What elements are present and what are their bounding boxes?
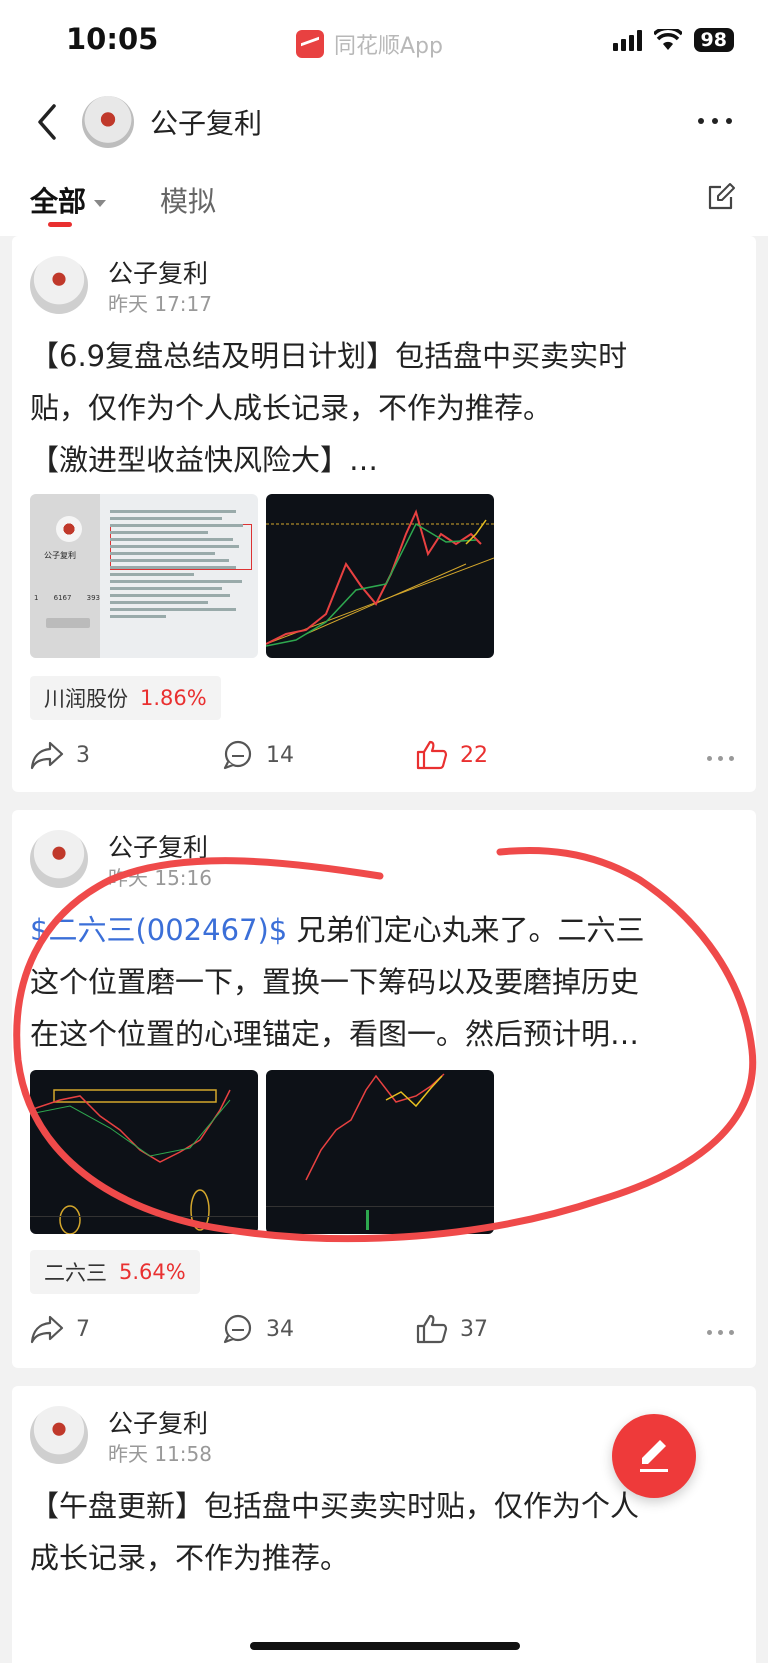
pencil-icon — [640, 1440, 668, 1472]
stock-tag-name: 二六三 — [44, 1261, 107, 1285]
battery-indicator: 98 — [693, 28, 734, 52]
thumb-stat: 6167 — [53, 594, 72, 602]
page-title: 公子复利 — [150, 107, 263, 140]
author-avatar[interactable] — [30, 1406, 88, 1464]
post-text-line: 成长记录，不作为推荐。 — [30, 1541, 350, 1575]
post-image[interactable] — [266, 494, 494, 658]
app-logo-icon — [296, 30, 324, 58]
post-text[interactable]: $二六三(002467)$ 兄弟们定心丸来了。二六三 这个位置磨一下，置换一下筹… — [30, 904, 742, 1060]
more-icon[interactable] — [698, 118, 732, 124]
share-icon — [30, 1315, 64, 1344]
author-avatar[interactable] — [30, 256, 88, 314]
page-header: 公子复利 — [0, 84, 768, 168]
status-time: 10:05 — [66, 22, 159, 56]
tab-all[interactable]: 全部 — [30, 180, 107, 220]
post-more-icon[interactable] — [707, 756, 734, 761]
post-time: 昨天 11:58 — [108, 1442, 212, 1466]
compose-button[interactable] — [612, 1414, 696, 1498]
post-image[interactable] — [266, 1070, 494, 1234]
status-bar: 10:05 同花顺App 98 — [0, 0, 768, 84]
post-time: 昨天 17:17 — [108, 292, 212, 316]
stock-tag-change: 5.64% — [119, 1260, 186, 1284]
comment-count: 34 — [266, 1316, 294, 1342]
stock-tag[interactable]: 二六三 5.64% — [30, 1250, 200, 1294]
wifi-icon — [653, 29, 682, 50]
edit-icon[interactable] — [706, 182, 736, 212]
thumb-stat: 393 — [86, 594, 100, 602]
active-tab-indicator — [48, 222, 72, 227]
like-count: 37 — [460, 1316, 488, 1342]
status-icons: 98 — [612, 28, 734, 52]
share-button[interactable]: 3 — [30, 740, 90, 770]
comment-icon — [223, 1314, 252, 1344]
post-card[interactable]: 公子复利 昨天 17:17 【6.9复盘总结及明日计划】包括盘中买卖实时 贴，仅… — [12, 236, 756, 792]
comment-button[interactable]: 34 — [222, 1314, 294, 1344]
post-card[interactable]: 公子复利 昨天 15:16 $二六三(002467)$ 兄弟们定心丸来了。二六三… — [12, 810, 756, 1368]
comment-button[interactable]: 14 — [222, 740, 294, 770]
stock-tag-change: 1.86% — [140, 686, 207, 710]
share-count: 7 — [76, 1316, 90, 1342]
header-avatar[interactable] — [82, 96, 134, 148]
stock-tag[interactable]: 川润股份 1.86% — [30, 676, 221, 720]
post-image[interactable] — [30, 1070, 258, 1234]
share-button[interactable]: 7 — [30, 1314, 90, 1344]
post-text-line: 兄弟们定心丸来了。二六三 — [287, 913, 645, 947]
post-time: 昨天 15:16 — [108, 866, 212, 890]
comment-icon — [223, 740, 252, 770]
post-text-line: 【6.9复盘总结及明日计划】包括盘中买卖实时 — [30, 339, 628, 373]
chevron-down-icon — [94, 199, 107, 207]
tab-bar: 全部 模拟 — [0, 168, 768, 236]
post-text-line: 在这个位置的心理锚定，看图一。然后预计明… — [30, 1017, 640, 1051]
post-image[interactable]: 公子复利 1 6167 393 — [30, 494, 258, 658]
app-indicator[interactable]: 同花顺App — [296, 28, 443, 60]
tab-simulated[interactable]: 模拟 — [160, 180, 216, 220]
thumb-profile-name: 公子复利 — [44, 551, 76, 560]
post-text-line: 【激进型收益快风险大】… — [30, 443, 379, 477]
top-area: 10:05 同花顺App 98 公子复利 全部 模拟 — [0, 0, 768, 236]
like-count: 22 — [460, 742, 488, 768]
post-text[interactable]: 【6.9复盘总结及明日计划】包括盘中买卖实时 贴，仅作为个人成长记录，不作为推荐… — [30, 330, 742, 486]
share-icon — [30, 741, 64, 770]
signal-icon — [612, 29, 642, 51]
thumb-stat: 1 — [34, 594, 39, 602]
author-name[interactable]: 公子复利 — [108, 1404, 208, 1440]
author-avatar[interactable] — [30, 830, 88, 888]
author-name[interactable]: 公子复利 — [108, 254, 208, 290]
thumbs-up-icon — [416, 1314, 448, 1344]
like-button[interactable]: 22 — [416, 740, 488, 770]
post-actions: 7 34 37 — [12, 1306, 756, 1356]
home-indicator — [250, 1642, 520, 1650]
like-button[interactable]: 37 — [416, 1314, 488, 1344]
share-count: 3 — [76, 742, 90, 768]
post-actions: 3 14 22 — [12, 732, 756, 782]
back-icon[interactable] — [30, 102, 64, 142]
post-more-icon[interactable] — [707, 1330, 734, 1335]
author-name[interactable]: 公子复利 — [108, 828, 208, 864]
post-text-line: 这个位置磨一下，置换一下筹码以及要磨掉历史 — [30, 965, 640, 999]
app-name: 同花顺App — [334, 34, 443, 59]
thumbs-up-icon — [416, 740, 448, 770]
stock-tag-name: 川润股份 — [44, 687, 128, 711]
comment-count: 14 — [266, 742, 294, 768]
stock-mention-link[interactable]: $二六三(002467)$ — [30, 913, 287, 947]
post-text-line: 贴，仅作为个人成长记录，不作为推荐。 — [30, 391, 553, 425]
